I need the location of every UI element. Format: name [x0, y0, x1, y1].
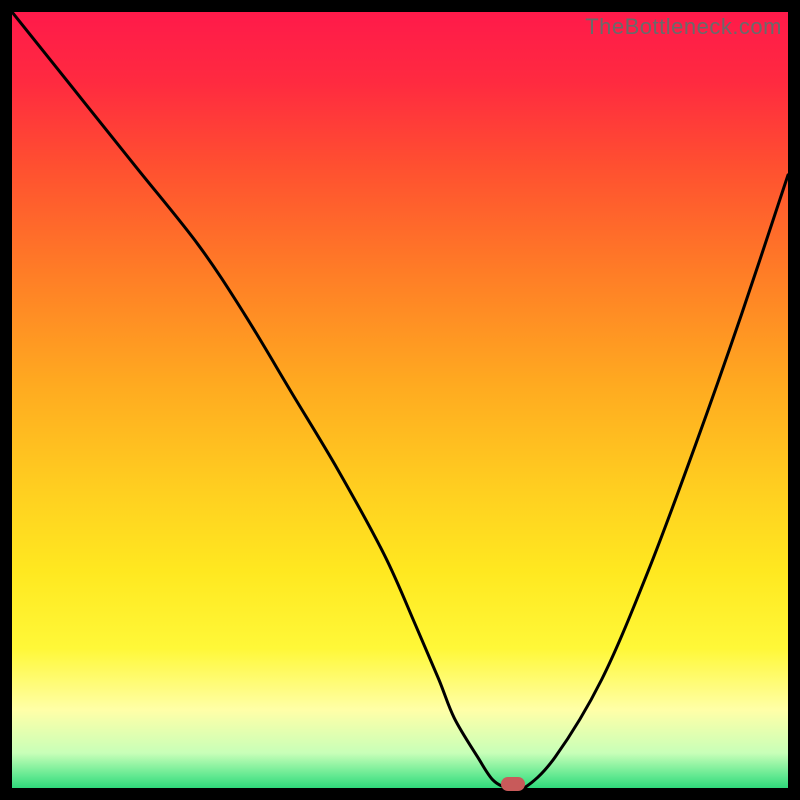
watermark-text: TheBottleneck.com — [585, 14, 782, 40]
optimal-marker — [501, 777, 525, 791]
background-gradient — [12, 12, 788, 788]
